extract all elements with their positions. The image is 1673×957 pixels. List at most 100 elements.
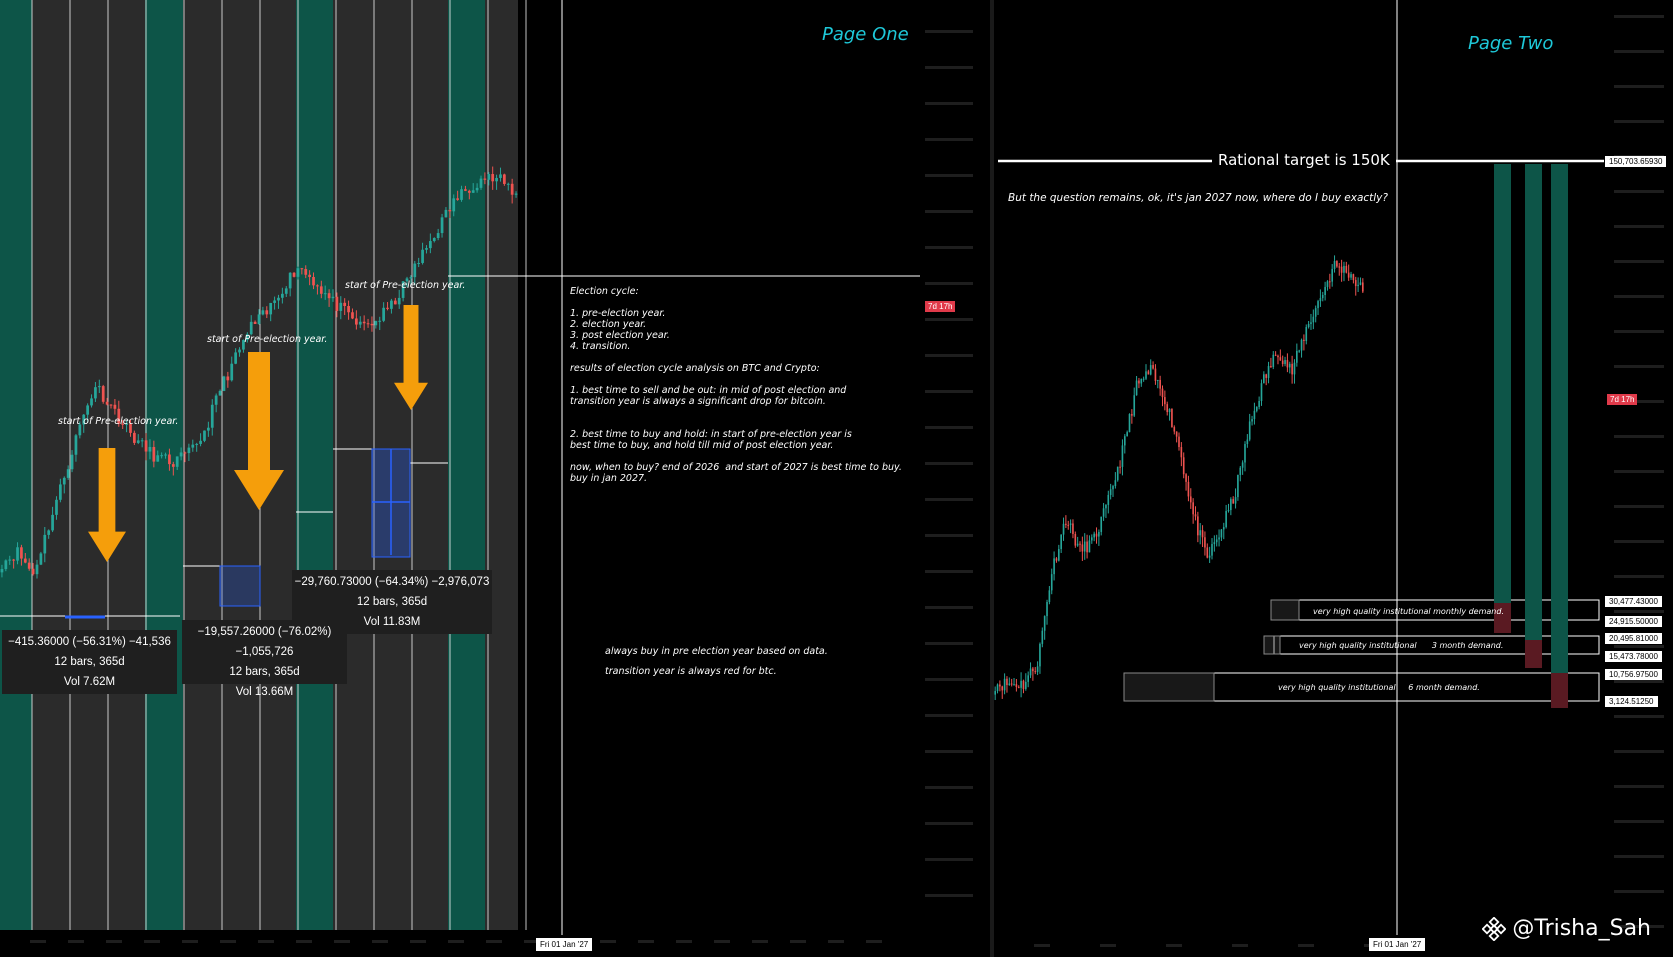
btc-candle	[226, 376, 230, 381]
btc-two-candle	[1324, 286, 1326, 296]
btc-candle	[327, 293, 331, 299]
axis-tick	[925, 678, 973, 681]
btc-two-candle	[1270, 366, 1272, 368]
btc-two-candle	[1100, 516, 1103, 532]
btc-candle	[249, 321, 253, 335]
btc-two-candle	[1013, 684, 1015, 686]
btc-candle	[413, 263, 417, 278]
time-tick	[1232, 944, 1248, 947]
btc-two-candle	[1041, 630, 1044, 644]
axis-tick	[925, 390, 973, 393]
axis-tick	[925, 30, 973, 33]
btc-two-candle	[1258, 400, 1260, 407]
btc-candle	[148, 447, 152, 452]
btc-candle	[175, 456, 179, 467]
btc-two-candle	[1140, 378, 1143, 384]
btc-two-candle	[1133, 395, 1136, 416]
time-tick	[1166, 944, 1182, 947]
btc-two-candle	[1001, 686, 1004, 691]
axis-tick	[925, 498, 973, 501]
btc-candle	[238, 349, 241, 353]
btc-two-candle	[1260, 383, 1263, 401]
btc-two-candle	[1022, 680, 1025, 689]
page-two-pane[interactable]: Page Two Rational target is 150K But the…	[994, 0, 1673, 957]
axis-tick	[925, 174, 973, 177]
axis-tick	[925, 318, 973, 321]
axis-tick	[1614, 540, 1664, 543]
btc-candle	[86, 405, 89, 415]
btc-candle	[230, 363, 234, 381]
btc-two-candle	[1263, 374, 1265, 384]
watermark: @Trisha_Sah	[1482, 916, 1651, 941]
btc-two-candle	[1152, 365, 1154, 369]
btc-two-candle	[1050, 574, 1053, 591]
btc-candle	[23, 558, 27, 563]
btc-candle	[448, 209, 452, 212]
btc-two-candle	[1333, 260, 1336, 269]
btc-two-candle	[1352, 274, 1355, 281]
btc-candle	[140, 440, 144, 442]
btc-two-candle	[1076, 543, 1079, 546]
axis-tick	[1614, 575, 1664, 578]
time-tick	[676, 940, 692, 943]
btc-two-candle	[1006, 678, 1008, 686]
teal-period-band	[0, 0, 32, 930]
btc-two-candle	[1024, 681, 1027, 689]
btc-candle	[90, 398, 93, 406]
btc-two-candle	[1357, 284, 1359, 287]
btc-candle	[8, 559, 12, 561]
measure-3-change: −29,760.73000 (−64.34%) −2,976,073	[294, 576, 490, 588]
btc-candle	[479, 178, 483, 188]
btc-two-candle	[1312, 316, 1315, 323]
btc-candle	[97, 386, 101, 388]
axis-tick	[1614, 820, 1664, 823]
price-tag-3: 20,495.81000	[1605, 633, 1662, 644]
btc-candle	[51, 514, 54, 531]
teal-period-band	[296, 0, 333, 930]
btc-two-candle	[1145, 371, 1147, 379]
page-one-pane[interactable]: Page One start of Pre-election year. sta…	[0, 0, 990, 957]
btc-candle	[265, 310, 269, 315]
axis-tick	[1614, 225, 1664, 228]
btc-two-candle	[1340, 266, 1343, 273]
btc-two-candle	[1131, 414, 1133, 416]
price-tag-4: 15,473.78000	[1605, 651, 1662, 662]
btc-two-candle	[1079, 543, 1081, 545]
btc-candle	[335, 296, 339, 311]
target-label: Rational target is 150K	[1212, 151, 1396, 169]
btc-candle	[43, 534, 47, 554]
axis-tick	[1614, 680, 1664, 683]
btc-candle	[62, 477, 66, 485]
axis-tick	[925, 462, 973, 465]
btc-two-candle	[1274, 354, 1277, 356]
btc-two-candle	[1298, 350, 1301, 352]
btc-two-candle	[1032, 668, 1034, 672]
btc-two-candle	[1277, 355, 1279, 358]
time-tick	[106, 940, 122, 943]
btc-candle	[292, 272, 296, 277]
axis-tick	[1614, 715, 1664, 718]
btc-two-candle	[1331, 268, 1334, 282]
btc-two-candle	[1317, 301, 1319, 309]
btc-two-candle	[1189, 496, 1192, 503]
btc-two-candle	[1105, 504, 1107, 509]
btc-two-candle	[1036, 666, 1039, 672]
btc-two-candle	[1027, 675, 1029, 682]
axis-tick	[1614, 645, 1664, 648]
risk-projection-bar	[1551, 673, 1568, 708]
btc-candle	[113, 404, 117, 409]
btc-two-candle	[1159, 379, 1161, 389]
footnote-transition-red: transition year is always red for btc.	[605, 666, 777, 677]
btc-two-candle	[1185, 474, 1187, 482]
btc-candle	[218, 390, 222, 396]
chart-area-bg	[994, 0, 1673, 957]
btc-two-candle	[1168, 408, 1171, 413]
page-two-chart[interactable]	[994, 0, 1673, 957]
btc-two-candle	[1116, 466, 1119, 481]
btc-candle	[179, 452, 183, 457]
axis-tick	[925, 246, 973, 249]
axis-tick	[925, 66, 973, 69]
btc-two-candle	[1083, 541, 1086, 552]
btc-candle	[355, 318, 358, 325]
btc-two-candle	[1291, 363, 1293, 375]
